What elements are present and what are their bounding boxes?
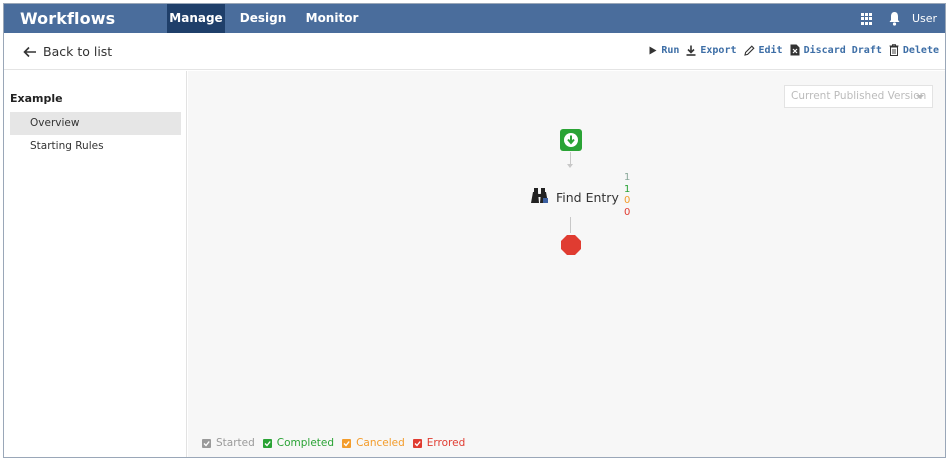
legend-canceled-label: Canceled	[356, 437, 405, 449]
edit-button[interactable]: Edit	[743, 44, 783, 56]
delete-button[interactable]: Delete	[889, 44, 939, 56]
export-button[interactable]: Export	[686, 44, 737, 56]
tab-monitor[interactable]: Monitor	[301, 4, 363, 33]
binoculars-icon[interactable]	[530, 187, 550, 205]
count-started: 1	[624, 172, 631, 183]
toolbar-actions: Run Export Edit Discard Draft Delete	[649, 44, 939, 56]
connector-line	[570, 217, 571, 233]
checkbox-icon	[262, 438, 272, 448]
count-completed: 1	[624, 183, 631, 195]
checkbox-icon	[202, 438, 211, 448]
start-node[interactable]	[560, 129, 582, 151]
version-select[interactable]: Current Published Version	[784, 85, 933, 108]
back-to-list-label: Back to list	[43, 44, 113, 59]
back-to-list-link[interactable]: Back to list	[23, 44, 112, 59]
workflow-name: Example	[10, 92, 63, 105]
pencil-icon	[743, 44, 755, 56]
checkbox-icon	[412, 438, 422, 448]
task-node-label[interactable]: Find Entry	[556, 190, 619, 205]
end-stop-icon[interactable]	[560, 234, 582, 256]
legend-started[interactable]: Started	[202, 437, 255, 449]
version-select-value: Current Published Version	[791, 90, 927, 102]
user-menu[interactable]: User	[912, 12, 937, 25]
apps-grid-icon[interactable]	[861, 13, 873, 25]
edit-label: Edit	[758, 44, 783, 56]
action-bar: Back to list Run Export Edit Discard Dra…	[4, 33, 945, 70]
app-window: Workflows Manage Design Monitor User Bac…	[3, 3, 946, 458]
workflow-canvas[interactable]: Current Published Version Find Entry 1 1…	[188, 71, 945, 457]
tab-manage[interactable]: Manage	[167, 4, 225, 33]
run-button[interactable]: Run	[649, 45, 679, 56]
delete-label: Delete	[902, 44, 939, 56]
connector-arrowhead	[567, 164, 573, 168]
legend-completed-label: Completed	[276, 437, 335, 449]
checkbox-icon	[342, 438, 352, 448]
legend-started-label: Started	[216, 437, 255, 449]
count-errored: 0	[624, 206, 631, 218]
app-title: Workflows	[20, 9, 116, 28]
legend-completed[interactable]: Completed	[262, 437, 335, 449]
discard-draft-button[interactable]: Discard Draft	[790, 44, 882, 56]
start-arrow-icon	[564, 133, 578, 147]
play-icon	[649, 46, 657, 54]
discard-draft-label: Discard Draft	[803, 44, 882, 56]
top-nav-bar: Workflows Manage Design Monitor User	[4, 4, 945, 33]
task-counts: 1 1 0 0	[624, 172, 630, 218]
export-label: Export	[700, 44, 737, 56]
legend-canceled[interactable]: Canceled	[342, 437, 405, 449]
legend-errored[interactable]: Errored	[412, 437, 466, 449]
status-legend: Started Completed Canceled Errored	[202, 437, 465, 449]
legend-errored-label: Errored	[426, 437, 466, 449]
count-canceled: 0	[624, 195, 631, 206]
sidebar-item-starting-rules[interactable]: Starting Rules	[10, 135, 181, 158]
run-label: Run	[661, 44, 680, 56]
sidebar: Example Overview Starting Rules	[4, 71, 187, 457]
download-icon	[686, 45, 696, 56]
chevron-down-icon	[916, 95, 924, 99]
discard-draft-icon	[790, 44, 800, 56]
sidebar-item-overview[interactable]: Overview	[10, 112, 181, 135]
arrow-left-icon	[23, 46, 36, 57]
trash-icon	[889, 44, 899, 56]
bell-icon[interactable]	[888, 11, 901, 26]
tab-design[interactable]: Design	[233, 4, 293, 33]
